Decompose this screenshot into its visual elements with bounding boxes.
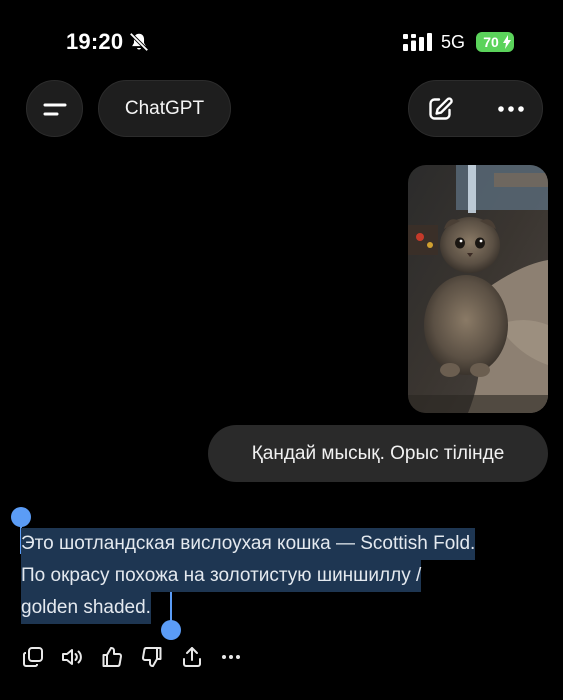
- share-icon[interactable]: [180, 645, 204, 669]
- assistant-reply-line: По окрасу похожа на золотистую шиншиллу …: [21, 560, 422, 592]
- selection-handle-end[interactable]: [161, 620, 181, 640]
- thumbs-down-icon[interactable]: [140, 645, 164, 669]
- assistant-reply[interactable]: Это шотландская вислоухая кошка — Scotti…: [21, 528, 551, 624]
- assistant-reply-line: golden shaded.: [21, 592, 151, 624]
- bell-slash-icon: [128, 31, 150, 53]
- network-type: 5G: [441, 32, 466, 52]
- assistant-reply-line: Это шотландская вислоухая кошка — Scotti…: [21, 528, 476, 560]
- more-icon[interactable]: [497, 101, 525, 117]
- status-time: 19:20: [66, 29, 124, 54]
- user-message-bubble[interactable]: Қандай мысық. Орыс тілінде: [208, 425, 548, 482]
- copy-icon[interactable]: [21, 645, 45, 669]
- battery-charging-icon: [503, 35, 511, 49]
- more-icon[interactable]: [219, 645, 243, 669]
- new-chat-icon[interactable]: [427, 96, 453, 122]
- cellular-signal-icon: [403, 33, 433, 51]
- thumbs-up-icon[interactable]: [100, 645, 124, 669]
- battery-level: 70: [483, 34, 499, 50]
- read-aloud-icon[interactable]: [60, 645, 84, 669]
- sidebar-menu-button[interactable]: [26, 80, 83, 137]
- selection-handle-start[interactable]: [11, 507, 31, 527]
- menu-icon: [43, 103, 67, 116]
- header-actions: [408, 80, 543, 137]
- battery-indicator: 70: [476, 32, 514, 52]
- model-selector-button[interactable]: ChatGPT: [98, 80, 231, 137]
- user-uploaded-cat-photo[interactable]: [408, 165, 548, 413]
